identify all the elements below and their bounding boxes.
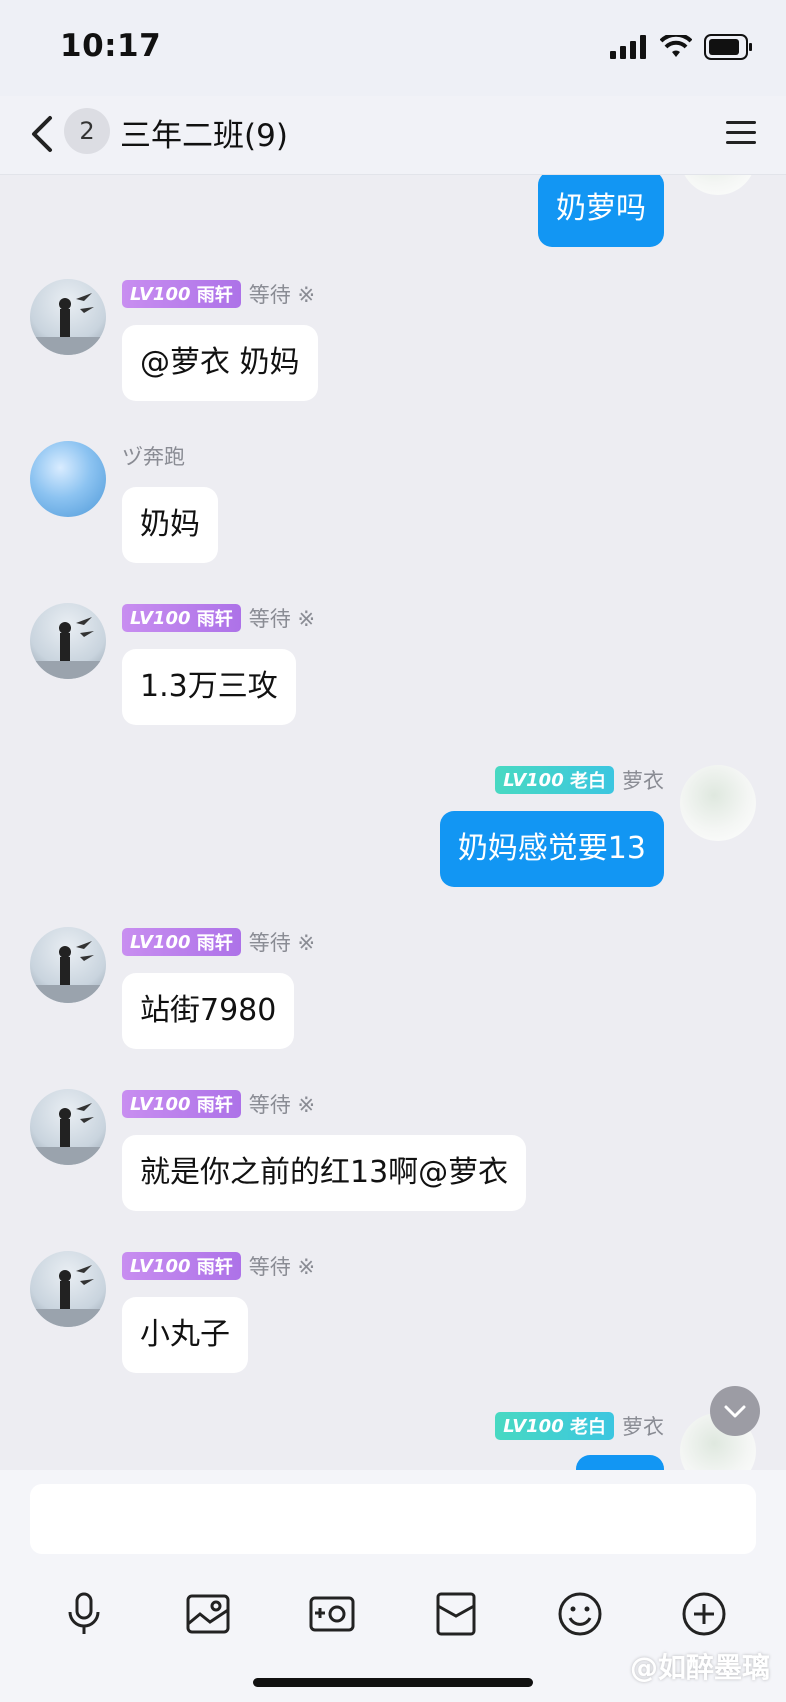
message-bubble[interactable]: 奶妈 <box>122 487 218 563</box>
title-text: 雨轩 <box>196 1257 233 1278</box>
avatar[interactable] <box>30 1251 106 1327</box>
chevron-down-icon <box>724 1405 746 1418</box>
message-bubble[interactable]: 就是你之前的红13啊@萝衣 <box>122 1135 527 1211</box>
sender-row: LV100 老白 萝衣 <box>495 765 664 795</box>
plus-icon[interactable] <box>678 1588 730 1640</box>
avatar[interactable] <box>30 1089 106 1165</box>
avatar-figure-icon <box>30 293 106 355</box>
avatar-figure-icon <box>30 1265 106 1327</box>
message-bubble[interactable]: 站街7980 <box>122 973 295 1049</box>
back-icon[interactable] <box>26 114 58 154</box>
avatar-figure-icon <box>30 617 106 679</box>
home-indicator <box>253 1678 533 1687</box>
message-bubble[interactable]: 奶萝吗 <box>538 175 664 247</box>
sender-name: 等待 ※ <box>248 607 316 631</box>
level-text: LV100 <box>130 283 191 305</box>
avatar-figure-icon <box>30 941 106 1003</box>
message-bubble[interactable] <box>576 1455 664 1470</box>
title-text: 雨轩 <box>196 285 233 306</box>
status-bar: 10:17 <box>0 0 786 96</box>
level-text: LV100 <box>503 1415 564 1437</box>
avatar[interactable] <box>30 279 106 355</box>
menu-icon[interactable] <box>724 116 758 150</box>
scroll-to-bottom-button[interactable] <box>710 1386 760 1436</box>
sender-name: 萝衣 <box>622 769 664 793</box>
sender-row: LV100 雨轩 等待 ※ <box>122 603 315 633</box>
message-bubble[interactable]: 1.3万三攻 <box>122 649 296 725</box>
level-text: LV100 <box>130 1255 191 1277</box>
title-text: 雨轩 <box>196 1095 233 1116</box>
message-list[interactable]: 奶萝吗 LV100 雨轩 等待 ※ @萝衣 奶妈 ヅ奔跑 奶妈 LV100 雨轩… <box>0 175 786 1470</box>
status-time: 10:17 <box>60 28 162 64</box>
message-bubble[interactable]: @萝衣 奶妈 <box>122 325 318 401</box>
input-toolbar <box>0 1580 786 1652</box>
sender-row: LV100 雨轩 等待 ※ <box>122 1251 315 1281</box>
sender-row: LV100 雨轩 等待 ※ <box>122 279 315 309</box>
level-badge: LV100 雨轩 <box>122 1252 241 1280</box>
level-badge: LV100 雨轩 <box>122 928 241 956</box>
message-bubble[interactable]: 小丸子 <box>122 1297 248 1373</box>
avatar[interactable] <box>680 175 756 195</box>
sender-name: ヅ奔跑 <box>122 445 185 469</box>
sender-name: 萝衣 <box>622 1415 664 1439</box>
sender-name: 等待 ※ <box>248 283 316 307</box>
title-text: 雨轩 <box>196 933 233 954</box>
level-badge: LV100 老白 <box>495 766 614 794</box>
wifi-icon <box>660 35 692 57</box>
battery-icon <box>704 34 752 60</box>
photo-icon[interactable] <box>182 1588 234 1640</box>
level-text: LV100 <box>130 1093 191 1115</box>
sender-name: 等待 ※ <box>248 1093 316 1117</box>
chat-title: 三年二班(9) <box>120 118 288 154</box>
unread-badge[interactable]: 2 <box>64 108 110 154</box>
signal-icon <box>610 35 646 59</box>
level-text: LV100 <box>503 769 564 791</box>
avatar[interactable] <box>30 927 106 1003</box>
camera-icon[interactable] <box>306 1588 358 1640</box>
input-area: @如醉墨璃 <box>0 1470 786 1702</box>
sender-row: LV100 雨轩 等待 ※ <box>122 1089 315 1119</box>
sender-row: LV100 老白 萝衣 <box>495 1411 664 1441</box>
level-text: LV100 <box>130 607 191 629</box>
sender-row: LV100 雨轩 等待 ※ <box>122 927 315 957</box>
avatar[interactable] <box>680 765 756 841</box>
red-packet-icon[interactable] <box>430 1588 482 1640</box>
title-text: 雨轩 <box>196 609 233 630</box>
level-badge: LV100 雨轩 <box>122 280 241 308</box>
avatar[interactable] <box>30 441 106 517</box>
title-text: 老白 <box>570 771 606 792</box>
level-text: LV100 <box>130 931 191 953</box>
message-bubble[interactable]: 奶妈感觉要13 <box>439 811 664 887</box>
sender-row: ヅ奔跑 <box>122 441 185 471</box>
sender-name: 等待 ※ <box>248 1255 316 1279</box>
avatar-figure-icon <box>30 1103 106 1165</box>
sender-name: 等待 ※ <box>248 931 316 955</box>
emoji-icon[interactable] <box>554 1588 606 1640</box>
message-input[interactable] <box>30 1484 756 1554</box>
level-badge: LV100 雨轩 <box>122 604 241 632</box>
level-badge: LV100 老白 <box>495 1412 614 1440</box>
title-text: 老白 <box>570 1417 606 1438</box>
status-icons <box>610 34 754 60</box>
avatar[interactable] <box>30 603 106 679</box>
chat-header: 2 三年二班(9) <box>0 96 786 175</box>
watermark: @如醉墨璃 <box>629 1651 770 1684</box>
level-badge: LV100 雨轩 <box>122 1090 241 1118</box>
microphone-icon[interactable] <box>58 1588 110 1640</box>
